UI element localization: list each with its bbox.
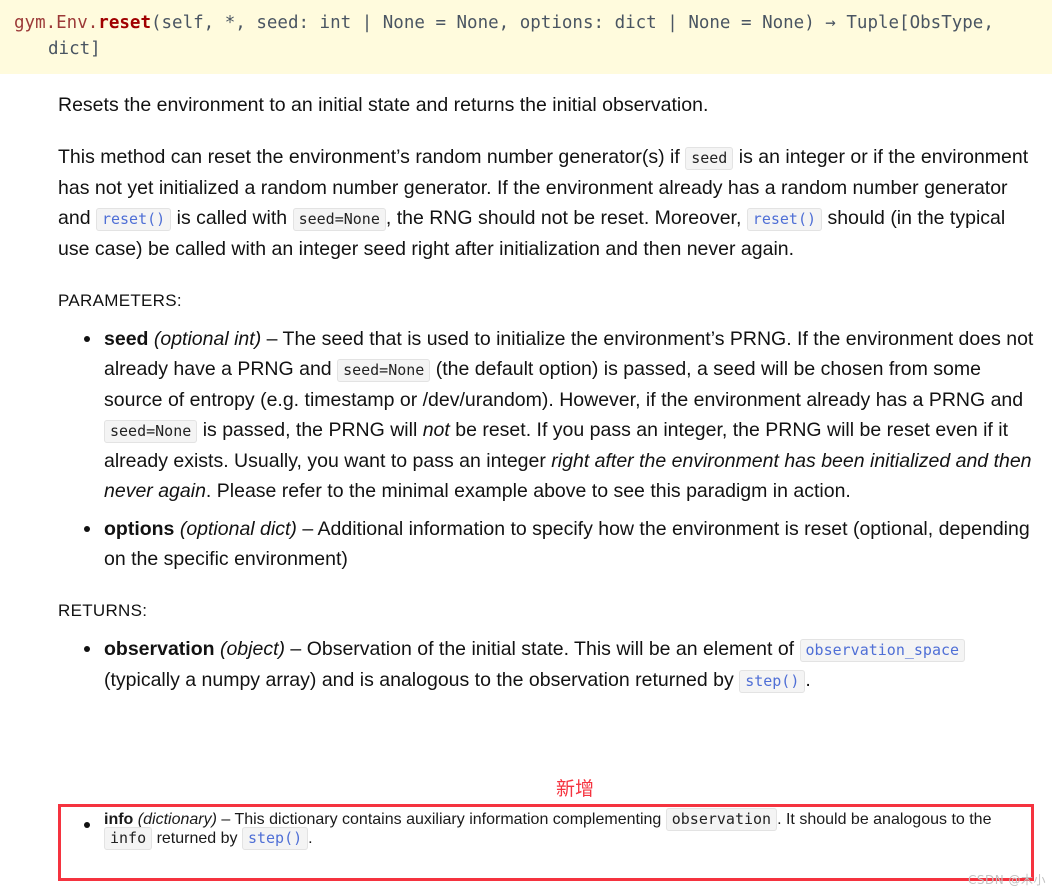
code-link-reset[interactable]: reset() — [95, 208, 172, 231]
code-link-step[interactable]: step() — [739, 670, 806, 693]
parameter-desc-seed-c: is passed, the PRNG will — [202, 419, 418, 441]
intro-paragraph: Resets the environment to an initial sta… — [58, 94, 709, 116]
documentation-body: Resets the environment to an initial sta… — [0, 90, 1052, 696]
signature-line-1: gym.Env.reset(self, *, seed: int | None … — [14, 10, 1038, 36]
parameter-type-seed: (optional int) — [153, 328, 262, 350]
parameters-heading: PARAMETERS: — [58, 291, 182, 310]
annotation-new-label: 新增 — [556, 778, 595, 800]
signature-function-name: reset — [98, 13, 151, 33]
return-type-info: (dictionary) — [137, 811, 217, 828]
returns-list: observation (object) – Observation of th… — [58, 634, 1034, 696]
parameters-list: seed (optional int) – The seed that is u… — [58, 324, 1034, 574]
parameter-name-seed: seed — [104, 328, 149, 350]
code-link-step-2[interactable]: step() — [241, 827, 309, 850]
return-desc-observation-c: . — [805, 669, 811, 691]
dash-observation: – — [290, 638, 302, 660]
code-seed: seed — [685, 147, 734, 170]
code-seed-none-passed: seed=None — [104, 420, 198, 443]
return-item-observation: observation (object) – Observation of th… — [58, 634, 1034, 696]
parameter-item-options: options (optional dict) – Additional inf… — [58, 514, 1034, 574]
returns-list-info: info (dictionary) – This dictionary cont… — [58, 808, 1024, 850]
return-desc-info-a: This dictionary contains auxiliary infor… — [234, 811, 662, 828]
return-desc-info-b: . It should be analogous to the — [777, 811, 992, 828]
csdn-watermark: CSDN @木小 — [967, 873, 1046, 887]
return-name-info: info — [104, 811, 134, 828]
return-desc-info-d: . — [308, 830, 313, 847]
dash-info: – — [221, 811, 231, 828]
returns-heading: RETURNS: — [58, 601, 148, 620]
dash-seed: – — [266, 328, 278, 350]
rng-text-a: This method can reset the environment’s … — [58, 146, 680, 168]
parameter-item-seed: seed (optional int) – The seed that is u… — [58, 324, 1034, 506]
dash-options: – — [302, 518, 314, 540]
signature-arrow-icon: → — [825, 13, 836, 33]
signature-module: gym.Env. — [14, 13, 99, 33]
code-seed-none: seed=None — [292, 208, 386, 231]
rng-text-c: is called with — [176, 207, 288, 229]
return-name-observation: observation — [104, 638, 215, 660]
signature-line-2: dict] — [48, 39, 101, 59]
code-seed-none-default: seed=None — [337, 359, 431, 382]
info-return-block: info (dictionary) – This dictionary cont… — [58, 804, 1034, 881]
code-info: info — [104, 827, 153, 850]
rng-text-d: , the RNG should not be reset. Moreover, — [385, 207, 742, 229]
return-item-info: info (dictionary) – This dictionary cont… — [58, 808, 1024, 850]
signature-return-type: Tuple[ObsType, — [835, 13, 994, 33]
code-link-observation-space[interactable]: observation_space — [799, 639, 966, 662]
code-link-reset-2[interactable]: reset() — [746, 208, 823, 231]
signature-parameters: (self, *, seed: int | None = None, optio… — [150, 13, 815, 33]
parameter-type-options: (optional dict) — [179, 518, 297, 540]
code-observation: observation — [665, 808, 778, 831]
emphasis-not: not — [422, 419, 450, 441]
function-signature-block: gym.Env.reset(self, *, seed: int | None … — [0, 0, 1052, 74]
return-desc-info-c: returned by — [156, 830, 238, 847]
return-desc-observation-a: Observation of the initial state. This w… — [306, 638, 795, 660]
parameter-name-options: options — [104, 518, 175, 540]
return-type-observation: (object) — [219, 638, 285, 660]
return-desc-observation-b: (typically a numpy array) and is analogo… — [104, 669, 734, 691]
rng-paragraph: This method can reset the environment’s … — [58, 142, 1034, 264]
parameter-desc-seed-e: . Please refer to the minimal example ab… — [205, 480, 851, 502]
